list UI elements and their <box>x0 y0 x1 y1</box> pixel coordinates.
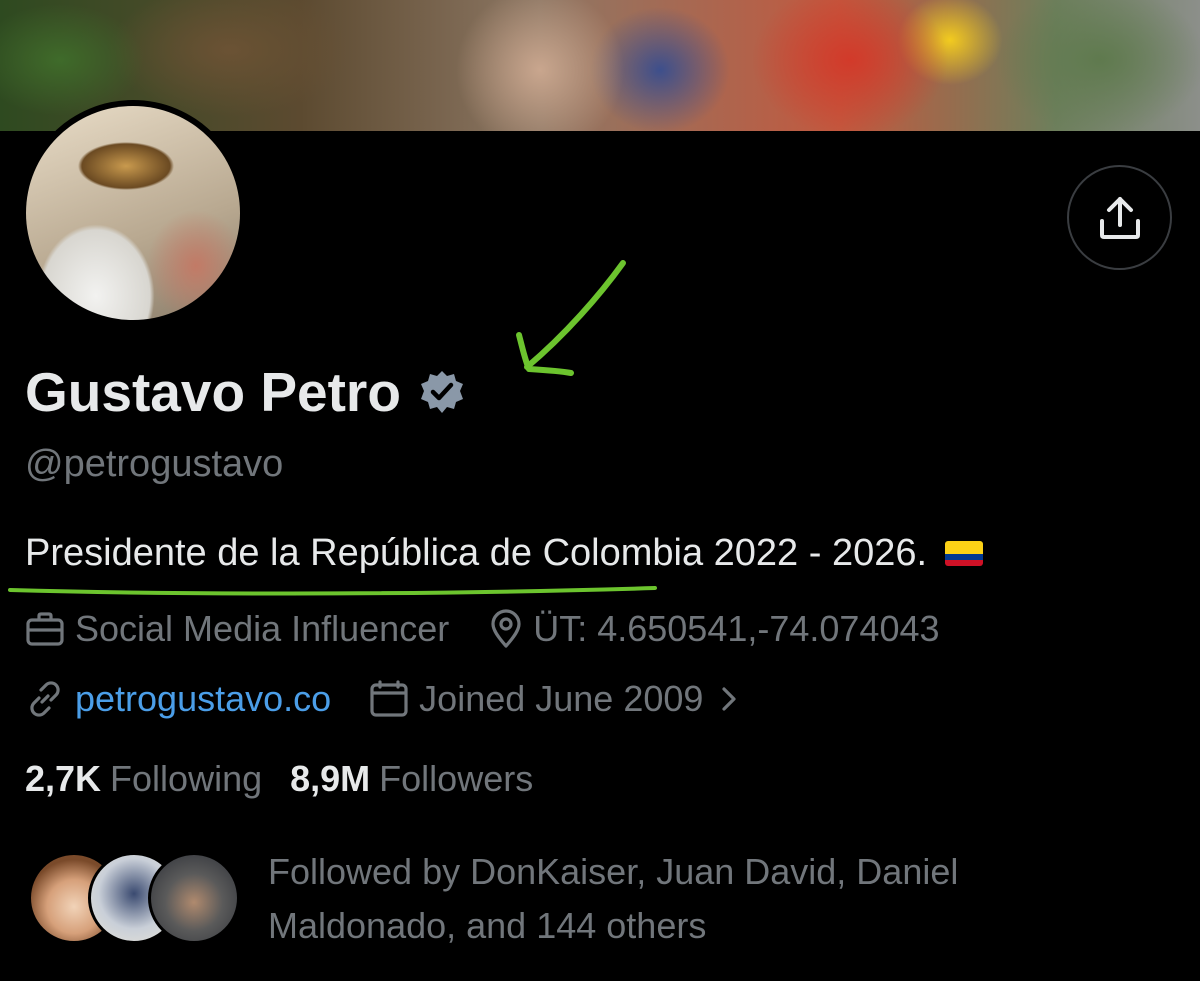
share-button[interactable] <box>1067 165 1172 270</box>
briefcase-icon <box>26 612 64 646</box>
following-stat[interactable]: 2,7K Following <box>25 758 262 800</box>
annotation-underline <box>8 586 657 596</box>
website-link[interactable]: petrogustavo.co <box>75 678 331 720</box>
joined-item[interactable]: Joined June 2009 <box>369 678 751 720</box>
location-text: ÜT: 4.650541,-74.074043 <box>533 608 940 649</box>
following-label: Following <box>110 758 263 799</box>
avatar <box>148 852 240 944</box>
followed-by-text[interactable]: Followed by DonKaiser, Juan David, Danie… <box>268 845 1068 953</box>
profile-avatar[interactable] <box>26 106 240 320</box>
bio-text: Presidente de la República de Colombia 2… <box>25 532 928 574</box>
website-item[interactable]: petrogustavo.co <box>25 678 331 720</box>
profile-handle: @petrogustavo <box>25 443 284 485</box>
profile-bio: Presidente de la República de Colombia 2… <box>25 532 984 575</box>
category-item: Social Media Influencer <box>25 608 449 650</box>
followed-by-avatars[interactable] <box>28 852 243 944</box>
follow-stats: 2,7K Following 8,9M Followers <box>25 758 533 800</box>
profile-name-row: Gustavo Petro <box>25 360 465 424</box>
location-pin-icon <box>491 609 521 648</box>
followers-count: 8,9M <box>290 758 371 799</box>
verified-badge-icon[interactable] <box>419 369 465 415</box>
annotation-arrow <box>516 260 626 376</box>
colombia-flag-icon <box>945 541 984 566</box>
location-item: ÜT: 4.650541,-74.074043 <box>489 608 940 650</box>
link-icon <box>30 681 60 717</box>
profile-meta-row-2: petrogustavo.co Joined June 2009 <box>25 678 751 720</box>
chevron-right-icon <box>722 687 737 711</box>
joined-text: Joined June 2009 <box>419 678 704 719</box>
category-text: Social Media Influencer <box>75 608 450 649</box>
calendar-icon <box>370 680 408 717</box>
share-icon <box>1099 196 1140 239</box>
profile-meta-row-1: Social Media Influencer ÜT: 4.650541,-74… <box>25 608 940 650</box>
display-name: Gustavo Petro <box>25 361 401 423</box>
followers-stat[interactable]: 8,9M Followers <box>290 758 533 800</box>
followers-label: Followers <box>379 758 534 799</box>
following-count: 2,7K <box>25 758 102 799</box>
